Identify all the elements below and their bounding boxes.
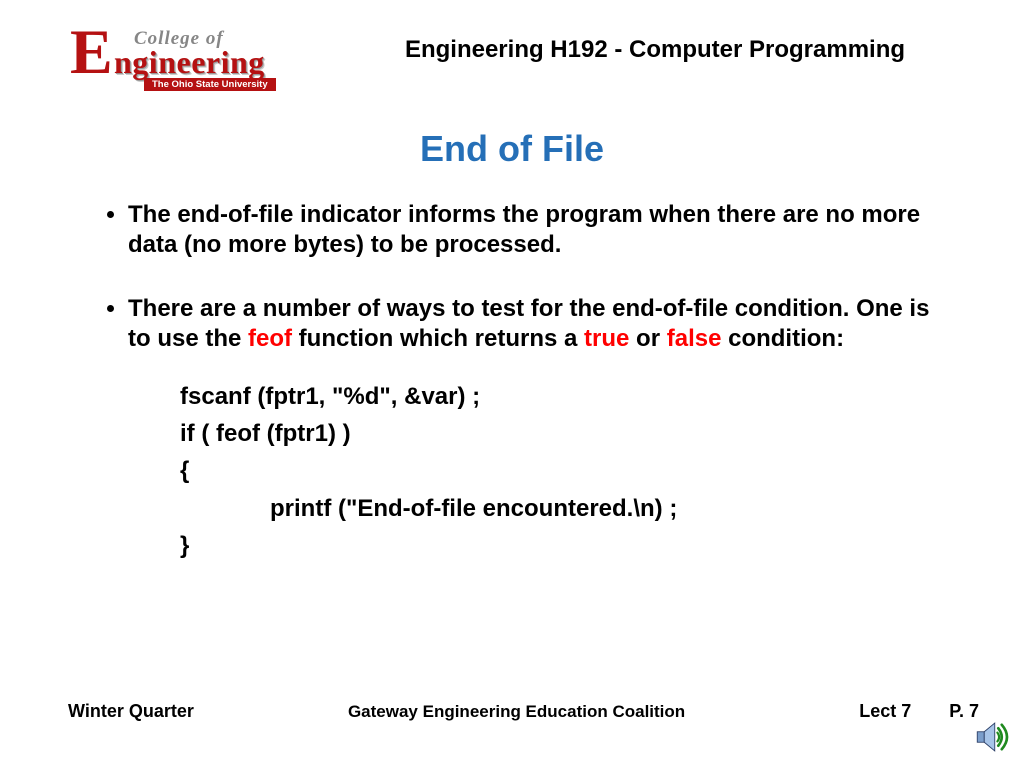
bullet-2-mid: function which returns a xyxy=(292,325,584,352)
keyword-false: false xyxy=(667,325,722,352)
footer-lecture: Lect 7 xyxy=(859,701,911,722)
college-logo: E College of ngineering The Ohio State U… xyxy=(70,26,280,77)
footer-coalition: Gateway Engineering Education Coalition xyxy=(174,702,859,722)
logo-ngineering: ngineering xyxy=(114,44,265,81)
bullet-2-post: condition: xyxy=(721,325,844,352)
logo-university-name: The Ohio State University xyxy=(144,78,276,91)
speaker-icon[interactable] xyxy=(972,716,1014,758)
code-line-3: { xyxy=(180,452,954,489)
keyword-true: true xyxy=(584,325,629,352)
bullet-1: The end-of-file indicator informs the pr… xyxy=(128,200,954,260)
keyword-feof: feof xyxy=(248,325,292,352)
logo-letter-e: E xyxy=(70,26,113,77)
code-line-2: if ( feof (fptr1) ) xyxy=(180,415,954,452)
slide: E College of ngineering The Ohio State U… xyxy=(0,0,1024,768)
course-header: Engineering H192 - Computer Programming xyxy=(335,36,975,64)
code-block: fscanf (fptr1, "%d", &var) ; if ( feof (… xyxy=(180,378,954,564)
slide-footer: Winter Quarter Gateway Engineering Educa… xyxy=(68,701,979,722)
code-line-4: printf ("End-of-file encountered.\n) ; xyxy=(270,490,954,527)
code-line-5: } xyxy=(180,527,954,564)
code-line-1: fscanf (fptr1, "%d", &var) ; xyxy=(180,378,954,415)
slide-body: The end-of-file indicator informs the pr… xyxy=(88,200,954,564)
slide-title: End of File xyxy=(0,128,1024,170)
bullet-2: There are a number of ways to test for t… xyxy=(128,294,954,354)
bullet-2-or: or xyxy=(629,325,666,352)
